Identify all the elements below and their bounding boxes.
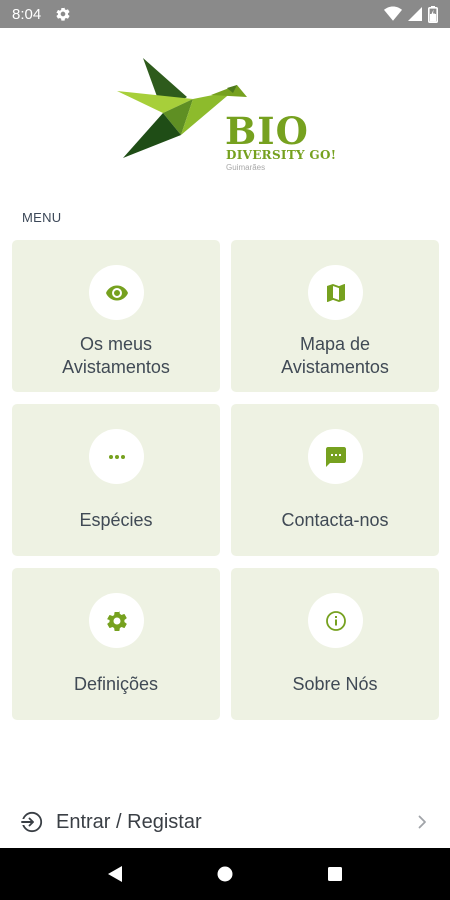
map-icon	[324, 281, 348, 305]
card-label: Mapa de Avistamentos	[281, 334, 389, 377]
more-dots-icon	[105, 445, 129, 469]
menu-card-species[interactable]: Espécies	[12, 404, 220, 556]
menu-card-my-sightings[interactable]: Os meus Avistamentos	[12, 240, 220, 392]
status-bar: 8:04	[0, 0, 450, 28]
card-label: Definições	[73, 674, 159, 694]
card-icon-circle	[308, 265, 363, 320]
recents-button[interactable]	[320, 859, 350, 889]
card-icon-circle	[308, 429, 363, 484]
gear-icon	[55, 6, 71, 22]
card-label: Espécies	[79, 510, 153, 530]
login-register-label: Entrar / Registar	[56, 810, 202, 833]
home-circle-icon	[217, 866, 233, 882]
wifi-icon	[384, 6, 402, 22]
login-register-row[interactable]: Entrar / Registar	[0, 796, 450, 848]
settings-gear-icon	[105, 609, 129, 633]
home-button[interactable]	[210, 859, 240, 889]
chevron-right-icon	[414, 814, 430, 830]
card-label: Sobre Nós	[292, 674, 378, 694]
battery-icon	[428, 5, 438, 23]
app-logo: BIO DIVERSITY GO! Guimarães	[115, 55, 345, 175]
card-label: Contacta-nos	[281, 510, 389, 530]
status-icons	[384, 5, 438, 23]
menu-section-label: MENU	[22, 210, 62, 225]
logo-city: Guimarães	[226, 163, 266, 172]
card-icon-circle	[308, 593, 363, 648]
back-button[interactable]	[100, 859, 130, 889]
signal-icon	[408, 7, 422, 21]
recents-square-icon	[328, 867, 342, 881]
system-navigation-bar	[0, 848, 450, 900]
login-arrow-icon	[20, 810, 44, 834]
card-icon-circle	[89, 265, 144, 320]
status-time: 8:04	[12, 5, 42, 23]
logo-subtitle: DIVERSITY GO!	[226, 148, 337, 162]
menu-card-contact[interactable]: Contacta-nos	[231, 404, 439, 556]
eye-icon	[105, 281, 129, 305]
back-triangle-icon	[108, 866, 122, 882]
logo-title: BIO	[225, 109, 309, 153]
info-icon	[324, 609, 348, 633]
card-label: Os meus Avistamentos	[62, 334, 170, 377]
card-icon-circle	[89, 429, 144, 484]
card-icon-circle	[89, 593, 144, 648]
menu-card-about-us[interactable]: Sobre Nós	[231, 568, 439, 720]
menu-card-settings[interactable]: Definições	[12, 568, 220, 720]
chat-icon	[324, 445, 348, 469]
menu-card-sightings-map[interactable]: Mapa de Avistamentos	[231, 240, 439, 392]
